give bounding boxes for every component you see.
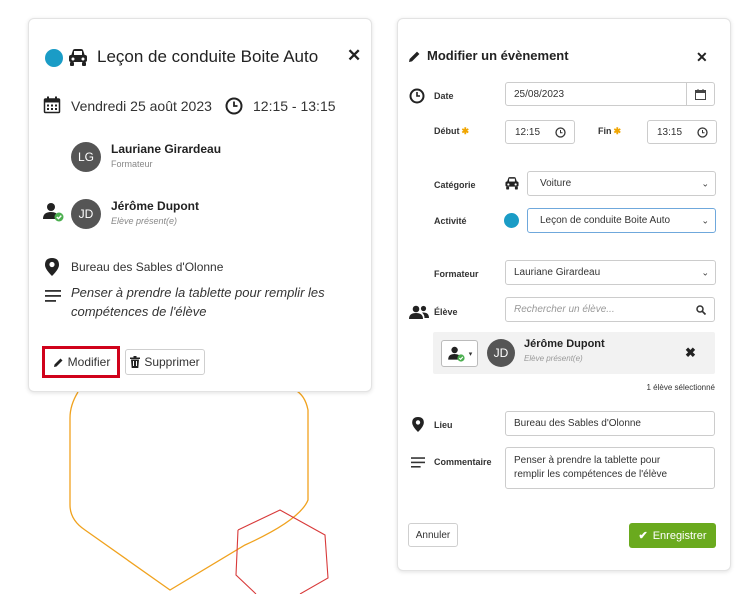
edit-event-dialog: Modifier un évènement ✕ Date 25/08/2023 … xyxy=(397,18,731,571)
student-status: Elève présent(e) xyxy=(524,354,583,363)
event-comment-line1: Penser à prendre la tablette pour rempli… xyxy=(71,285,325,300)
search-icon xyxy=(696,304,706,315)
location-pin-icon xyxy=(45,258,59,276)
trash-icon xyxy=(130,356,141,368)
remove-student-icon[interactable]: ✖ xyxy=(685,346,696,359)
event-detail-card: Leçon de conduite Boite Auto ✕ Vendredi … xyxy=(28,18,372,392)
event-date: Vendredi 25 août 2023 xyxy=(71,98,212,114)
close-icon[interactable]: ✕ xyxy=(696,50,708,64)
comment-lines-icon xyxy=(45,290,61,302)
dialog-title: Modifier un évènement xyxy=(427,48,569,63)
pencil-icon xyxy=(409,51,420,62)
calendar-icon xyxy=(695,88,706,100)
caret-down-icon: ▾ xyxy=(468,350,473,358)
comment-lines-icon xyxy=(411,457,425,468)
save-button[interactable]: ✔ Enregistrer xyxy=(629,523,716,548)
student-present-icon xyxy=(43,203,64,222)
clock-icon xyxy=(555,126,566,138)
trainer-label: Formateur xyxy=(434,269,479,279)
location-input[interactable]: Bureau des Sables d'Olonne xyxy=(505,411,715,436)
comment-label: Commentaire xyxy=(434,457,492,467)
student-name: Jérôme Dupont xyxy=(111,199,200,213)
start-time-input[interactable]: 12:15 xyxy=(505,120,575,144)
student-label: Élève xyxy=(434,307,458,317)
comment-textarea[interactable]: Penser à prendre la tablette pour rempli… xyxy=(505,447,715,489)
date-picker-button[interactable] xyxy=(686,83,714,105)
cancel-button[interactable]: Annuler xyxy=(408,523,458,547)
student-present-icon xyxy=(447,346,465,362)
check-icon: ✔ xyxy=(638,530,648,542)
activity-select-value: Leçon de conduite Boite Auto xyxy=(540,215,671,226)
activity-label: Activité xyxy=(434,216,467,226)
location-label: Lieu xyxy=(434,420,453,430)
date-label: Date xyxy=(434,91,454,101)
car-icon xyxy=(505,177,519,190)
orange-hexagon-outline xyxy=(69,389,309,591)
trainer-name: Lauriane Girardeau xyxy=(111,142,222,156)
event-time: 12:15 - 13:15 xyxy=(253,98,336,114)
chevron-down-icon: ⌄ xyxy=(701,178,709,188)
clock-icon xyxy=(225,97,243,115)
end-time-value: 13:15 xyxy=(657,126,683,138)
activity-color-dot xyxy=(504,213,519,228)
event-comment-line2: compétences de l'élève xyxy=(71,304,207,319)
clock-icon xyxy=(697,126,708,138)
modify-button-label: Modifier xyxy=(67,355,111,369)
date-value: 25/08/2023 xyxy=(514,88,565,100)
category-select-value: Voiture xyxy=(540,178,572,189)
chevron-down-icon: ⌄ xyxy=(701,215,709,225)
pencil-icon xyxy=(53,358,63,367)
category-select[interactable]: Voiture ⌄ xyxy=(527,171,716,196)
calendar-icon xyxy=(43,96,61,114)
location-pin-icon xyxy=(412,417,424,432)
trainer-avatar: LG xyxy=(71,142,101,172)
trainer-select-value: Lauriane Girardeau xyxy=(514,267,601,278)
student-name: Jérôme Dupont xyxy=(524,338,605,350)
start-label: Début ✱ xyxy=(434,126,470,136)
event-location: Bureau des Sables d'Olonne xyxy=(71,260,224,274)
category-label: Catégorie xyxy=(434,180,476,190)
cancel-button-label: Annuler xyxy=(415,529,451,541)
end-label: Fin ✱ xyxy=(598,126,622,136)
date-input[interactable]: 25/08/2023 xyxy=(505,82,715,106)
student-status: Elève présent(e) xyxy=(111,216,178,226)
trainer-role: Formateur xyxy=(111,159,153,169)
student-avatar: JD xyxy=(487,339,515,367)
save-button-label: Enregistrer xyxy=(652,529,707,542)
location-value: Bureau des Sables d'Olonne xyxy=(514,418,641,429)
chevron-down-icon: ⌄ xyxy=(701,267,709,277)
comment-line1: Penser à prendre la tablette pour xyxy=(514,455,661,466)
activity-select[interactable]: Leçon de conduite Boite Auto ⌄ xyxy=(527,208,716,233)
red-hexagon-outline xyxy=(235,509,329,594)
modify-button[interactable]: Modifier xyxy=(48,350,115,374)
clock-icon xyxy=(409,88,425,104)
student-search-input[interactable]: Rechercher un élève... xyxy=(505,297,715,322)
delete-button[interactable]: Supprimer xyxy=(125,349,205,375)
event-title: Leçon de conduite Boite Auto xyxy=(97,47,319,66)
comment-line2: remplir les compétences de l'élève xyxy=(514,469,668,480)
end-time-input[interactable]: 13:15 xyxy=(647,120,717,144)
category-color-dot xyxy=(45,49,63,67)
trainer-select[interactable]: Lauriane Girardeau ⌄ xyxy=(505,260,716,285)
student-avatar: JD xyxy=(71,199,101,229)
attendance-dropdown[interactable]: ▾ xyxy=(441,340,478,367)
selected-count: 1 élève sélectionné xyxy=(646,383,716,392)
student-search-placeholder: Rechercher un élève... xyxy=(514,304,615,315)
selected-student-row: ▾ JD Jérôme Dupont Elève présent(e) ✖ xyxy=(433,332,715,374)
users-icon xyxy=(409,305,429,319)
delete-button-label: Supprimer xyxy=(144,355,200,369)
start-time-value: 12:15 xyxy=(515,126,541,138)
car-icon xyxy=(69,49,87,66)
close-icon[interactable]: ✕ xyxy=(347,47,361,64)
